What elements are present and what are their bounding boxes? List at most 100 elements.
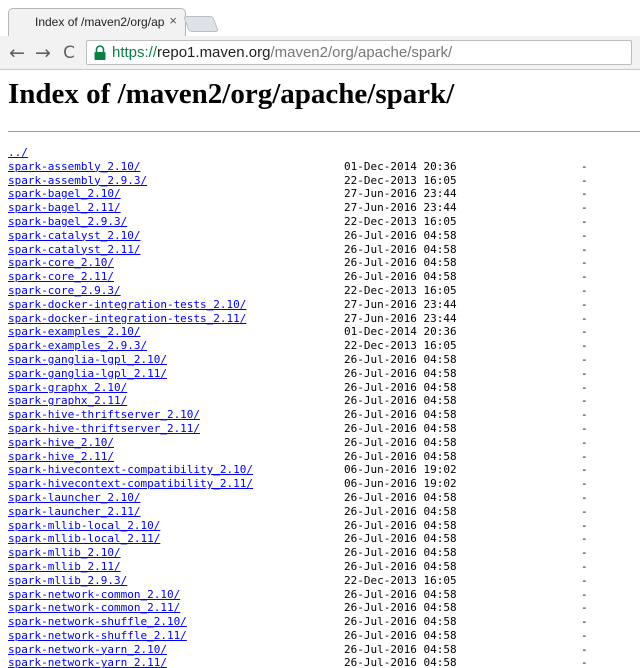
modified-date: 06-Jun-2016 19:02	[344, 477, 457, 491]
directory-link[interactable]: spark-network-shuffle_2.10/	[8, 615, 187, 629]
file-size: -	[581, 546, 588, 560]
directory-link[interactable]: spark-examples_2.9.3/	[8, 339, 147, 353]
file-size: -	[581, 642, 588, 656]
list-item: spark-assembly_2.10/01-Dec-2014 20:36 -	[8, 160, 640, 174]
lock-icon	[94, 45, 106, 60]
directory-link[interactable]: spark-launcher_2.10/	[8, 491, 140, 505]
page-content: Index of /maven2/org/apache/spark/ ../ s…	[0, 70, 640, 668]
address-bar[interactable]: https://repo1.maven.org/maven2/org/apach…	[86, 40, 632, 65]
list-item: spark-ganglia-lgpl_2.10/26-Jul-2016 04:5…	[8, 353, 640, 367]
modified-date: 26-Jul-2016 04:58	[344, 256, 457, 270]
url-text: https://repo1.maven.org/maven2/org/apach…	[112, 44, 452, 61]
list-item: spark-hive-thriftserver_2.10/26-Jul-2016…	[8, 408, 640, 422]
directory-link[interactable]: spark-mllib-local_2.11/	[8, 532, 160, 546]
modified-date: 26-Jul-2016 04:58	[344, 380, 457, 394]
file-size: -	[581, 490, 588, 504]
directory-link[interactable]: spark-mllib_2.11/	[8, 560, 121, 574]
modified-date: 01-Dec-2014 20:36	[344, 325, 457, 339]
file-size: -	[581, 408, 588, 422]
forward-arrow-icon[interactable]: →	[32, 42, 54, 64]
file-size: -	[581, 366, 588, 380]
parent-directory-link[interactable]: ../	[8, 146, 28, 160]
list-item: spark-launcher_2.10/26-Jul-2016 04:58 -	[8, 491, 640, 505]
reload-icon[interactable]: C	[58, 42, 80, 64]
list-item: spark-assembly_2.9.3/22-Dec-2013 16:05 -	[8, 174, 640, 188]
directory-link[interactable]: spark-mllib_2.10/	[8, 546, 121, 560]
modified-date: 26-Jul-2016 04:58	[344, 242, 457, 256]
file-size: -	[581, 283, 588, 297]
directory-link[interactable]: spark-docker-integration-tests_2.10/	[8, 298, 246, 312]
directory-link[interactable]: spark-graphx_2.10/	[8, 381, 127, 395]
directory-link[interactable]: spark-hivecontext-compatibility_2.10/	[8, 463, 253, 477]
directory-link[interactable]: spark-core_2.9.3/	[8, 284, 121, 298]
modified-date: 27-Jun-2016 23:44	[344, 201, 457, 215]
directory-link[interactable]: spark-network-common_2.11/	[8, 601, 180, 615]
directory-link[interactable]: spark-examples_2.10/	[8, 325, 140, 339]
directory-link[interactable]: spark-core_2.11/	[8, 270, 114, 284]
directory-link[interactable]: spark-network-yarn_2.11/	[8, 656, 167, 668]
file-size: -	[581, 352, 588, 366]
file-size: -	[581, 311, 588, 325]
list-item: spark-mllib-local_2.11/26-Jul-2016 04:58…	[8, 532, 640, 546]
directory-link[interactable]: spark-catalyst_2.11/	[8, 243, 140, 257]
list-item: spark-core_2.10/26-Jul-2016 04:58 -	[8, 256, 640, 270]
url-path: /maven2/org/apache/spark/	[270, 44, 453, 61]
directory-link[interactable]: spark-bagel_2.10/	[8, 187, 121, 201]
directory-link[interactable]: spark-bagel_2.11/	[8, 201, 121, 215]
list-item: spark-docker-integration-tests_2.10/27-J…	[8, 298, 640, 312]
directory-link[interactable]: spark-assembly_2.9.3/	[8, 174, 147, 188]
directory-link[interactable]: spark-mllib-local_2.10/	[8, 519, 160, 533]
modified-date: 26-Jul-2016 04:58	[344, 559, 457, 573]
list-item: spark-bagel_2.11/27-Jun-2016 23:44 -	[8, 201, 640, 215]
directory-link[interactable]: spark-bagel_2.9.3/	[8, 215, 127, 229]
directory-link[interactable]: spark-ganglia-lgpl_2.10/	[8, 353, 167, 367]
directory-link[interactable]: spark-mllib_2.9.3/	[8, 574, 127, 588]
directory-link[interactable]: spark-ganglia-lgpl_2.11/	[8, 367, 167, 381]
file-size: -	[581, 463, 588, 477]
modified-date: 26-Jul-2016 04:58	[344, 435, 457, 449]
list-item: spark-hive_2.11/26-Jul-2016 04:58 -	[8, 450, 640, 464]
directory-link[interactable]: spark-docker-integration-tests_2.11/	[8, 312, 246, 326]
list-item: spark-hive-thriftserver_2.11/26-Jul-2016…	[8, 422, 640, 436]
modified-date: 01-Dec-2014 20:36	[344, 159, 457, 173]
directory-link[interactable]: spark-launcher_2.11/	[8, 505, 140, 519]
list-item: spark-examples_2.10/01-Dec-2014 20:36 -	[8, 325, 640, 339]
modified-date: 26-Jul-2016 04:58	[344, 615, 457, 629]
directory-link[interactable]: spark-network-yarn_2.10/	[8, 643, 167, 657]
file-size: -	[581, 159, 588, 173]
file-size: -	[581, 201, 588, 215]
new-tab-button[interactable]	[183, 16, 219, 32]
modified-date: 26-Jul-2016 04:58	[344, 642, 457, 656]
list-item: spark-graphx_2.11/26-Jul-2016 04:58 -	[8, 394, 640, 408]
browser-toolbar: ← → C https://repo1.maven.org/maven2/org…	[0, 36, 640, 70]
file-size: -	[581, 532, 588, 546]
back-arrow-icon[interactable]: ←	[6, 42, 28, 64]
directory-link[interactable]: spark-hive_2.11/	[8, 450, 114, 464]
horizontal-rule	[8, 131, 640, 132]
file-size: -	[581, 394, 588, 408]
directory-link[interactable]: spark-hivecontext-compatibility_2.11/	[8, 477, 253, 491]
modified-date: 26-Jul-2016 04:58	[344, 408, 457, 422]
modified-date: 22-Dec-2013 16:05	[344, 339, 457, 353]
directory-link[interactable]: spark-hive-thriftserver_2.10/	[8, 408, 200, 422]
directory-link[interactable]: spark-graphx_2.11/	[8, 394, 127, 408]
close-icon[interactable]: ×	[169, 14, 177, 28]
modified-date: 26-Jul-2016 04:58	[344, 532, 457, 546]
directory-link[interactable]: spark-catalyst_2.10/	[8, 229, 140, 243]
modified-date: 26-Jul-2016 04:58	[344, 449, 457, 463]
list-item: ../	[8, 146, 640, 160]
modified-date: 26-Jul-2016 04:58	[344, 546, 457, 560]
file-size: -	[581, 656, 588, 668]
list-item: spark-core_2.9.3/22-Dec-2013 16:05 -	[8, 284, 640, 298]
directory-link[interactable]: spark-hive_2.10/	[8, 436, 114, 450]
list-item: spark-network-common_2.10/26-Jul-2016 04…	[8, 588, 640, 602]
directory-link[interactable]: spark-assembly_2.10/	[8, 160, 140, 174]
file-size: -	[581, 187, 588, 201]
directory-link[interactable]: spark-network-shuffle_2.11/	[8, 629, 187, 643]
directory-link[interactable]: spark-core_2.10/	[8, 256, 114, 270]
modified-date: 26-Jul-2016 04:58	[344, 490, 457, 504]
directory-link[interactable]: spark-network-common_2.10/	[8, 588, 180, 602]
directory-link[interactable]: spark-hive-thriftserver_2.11/	[8, 422, 200, 436]
file-size: -	[581, 339, 588, 353]
browser-tab[interactable]: Index of /maven2/org/apa ×	[8, 8, 186, 36]
